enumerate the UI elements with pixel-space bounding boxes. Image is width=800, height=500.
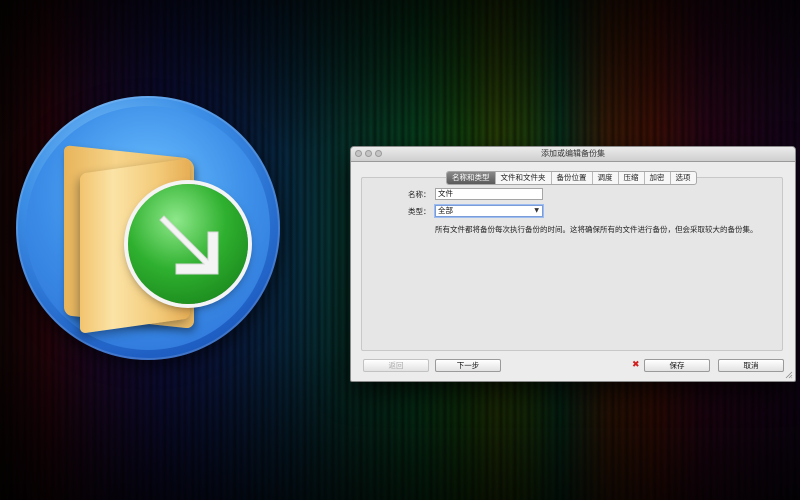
green-arrow-icon bbox=[128, 184, 248, 304]
tab-files-and-folders[interactable]: 文件和文件夹 bbox=[494, 172, 551, 184]
app-icon bbox=[16, 96, 280, 360]
back-button[interactable]: 返回 bbox=[363, 359, 429, 372]
window-title: 添加或编辑备份集 bbox=[541, 149, 605, 158]
tab-panel: 名称： 文件 类型： 全部 ▼ 所有文件都将备份每次执行备份的时间。这将确保所有… bbox=[361, 177, 783, 351]
type-description: 所有文件都将备份每次执行备份的时间。这将确保所有的文件进行备份，但会采取较大的备… bbox=[435, 225, 758, 234]
type-label: 类型： bbox=[408, 207, 431, 216]
red-x-icon: ✖ bbox=[632, 360, 640, 370]
title-bar[interactable]: 添加或编辑备份集 bbox=[351, 147, 795, 162]
name-label: 名称： bbox=[408, 190, 431, 199]
type-select[interactable]: 全部 ▼ bbox=[435, 205, 543, 217]
tab-encryption[interactable]: 加密 bbox=[643, 172, 670, 184]
save-button[interactable]: 保存 bbox=[644, 359, 710, 372]
chevron-down-icon: ▼ bbox=[534, 207, 539, 214]
cancel-button[interactable]: 取消 bbox=[718, 359, 784, 372]
arrow-down-right-icon bbox=[159, 215, 219, 275]
type-select-value: 全部 bbox=[438, 206, 453, 215]
tab-backup-location[interactable]: 备份位置 bbox=[550, 172, 592, 184]
tab-bar: 名称和类型 文件和文件夹 备份位置 调度 压缩 加密 选项 bbox=[446, 171, 697, 185]
tab-compression[interactable]: 压缩 bbox=[617, 172, 644, 184]
tab-options[interactable]: 选项 bbox=[669, 172, 696, 184]
next-button[interactable]: 下一步 bbox=[435, 359, 501, 372]
backup-set-dialog: 添加或编辑备份集 名称： 文件 类型： 全部 ▼ 所有文件都将备份每次执行备份的… bbox=[350, 146, 796, 382]
name-field[interactable]: 文件 bbox=[435, 188, 543, 200]
tab-name-and-type[interactable]: 名称和类型 bbox=[447, 172, 495, 184]
resize-grip-icon[interactable] bbox=[785, 371, 793, 379]
tab-schedule[interactable]: 调度 bbox=[591, 172, 618, 184]
